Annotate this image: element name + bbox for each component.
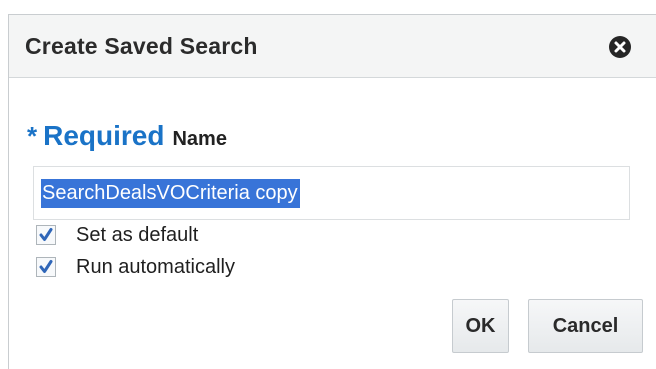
create-saved-search-dialog: Create Saved Search * Required Name Search… <box>8 14 656 369</box>
required-name-label: * Required Name <box>27 119 227 153</box>
run-automatically-label: Run automatically <box>76 255 235 278</box>
set-as-default-label: Set as default <box>76 223 199 246</box>
required-asterisk: * <box>27 121 38 151</box>
ok-button[interactable]: OK <box>452 299 509 353</box>
checkmark-icon <box>39 228 53 241</box>
dialog-title: Create Saved Search <box>25 33 258 59</box>
name-label: Name <box>172 128 227 150</box>
name-input[interactable]: SearchDealsVOCriteria copy <box>33 166 630 220</box>
checkmark-icon <box>39 260 53 273</box>
dialog-title-bar: Create Saved Search <box>9 15 656 78</box>
set-as-default-row: Set as default <box>36 222 198 248</box>
set-as-default-checkbox[interactable] <box>36 225 56 245</box>
close-icon[interactable] <box>609 36 631 58</box>
cancel-button[interactable]: Cancel <box>528 299 643 353</box>
run-automatically-checkbox[interactable] <box>36 257 56 277</box>
name-input-value: SearchDealsVOCriteria copy <box>41 179 300 208</box>
run-automatically-row: Run automatically <box>36 254 235 280</box>
required-text: Required <box>43 120 165 151</box>
